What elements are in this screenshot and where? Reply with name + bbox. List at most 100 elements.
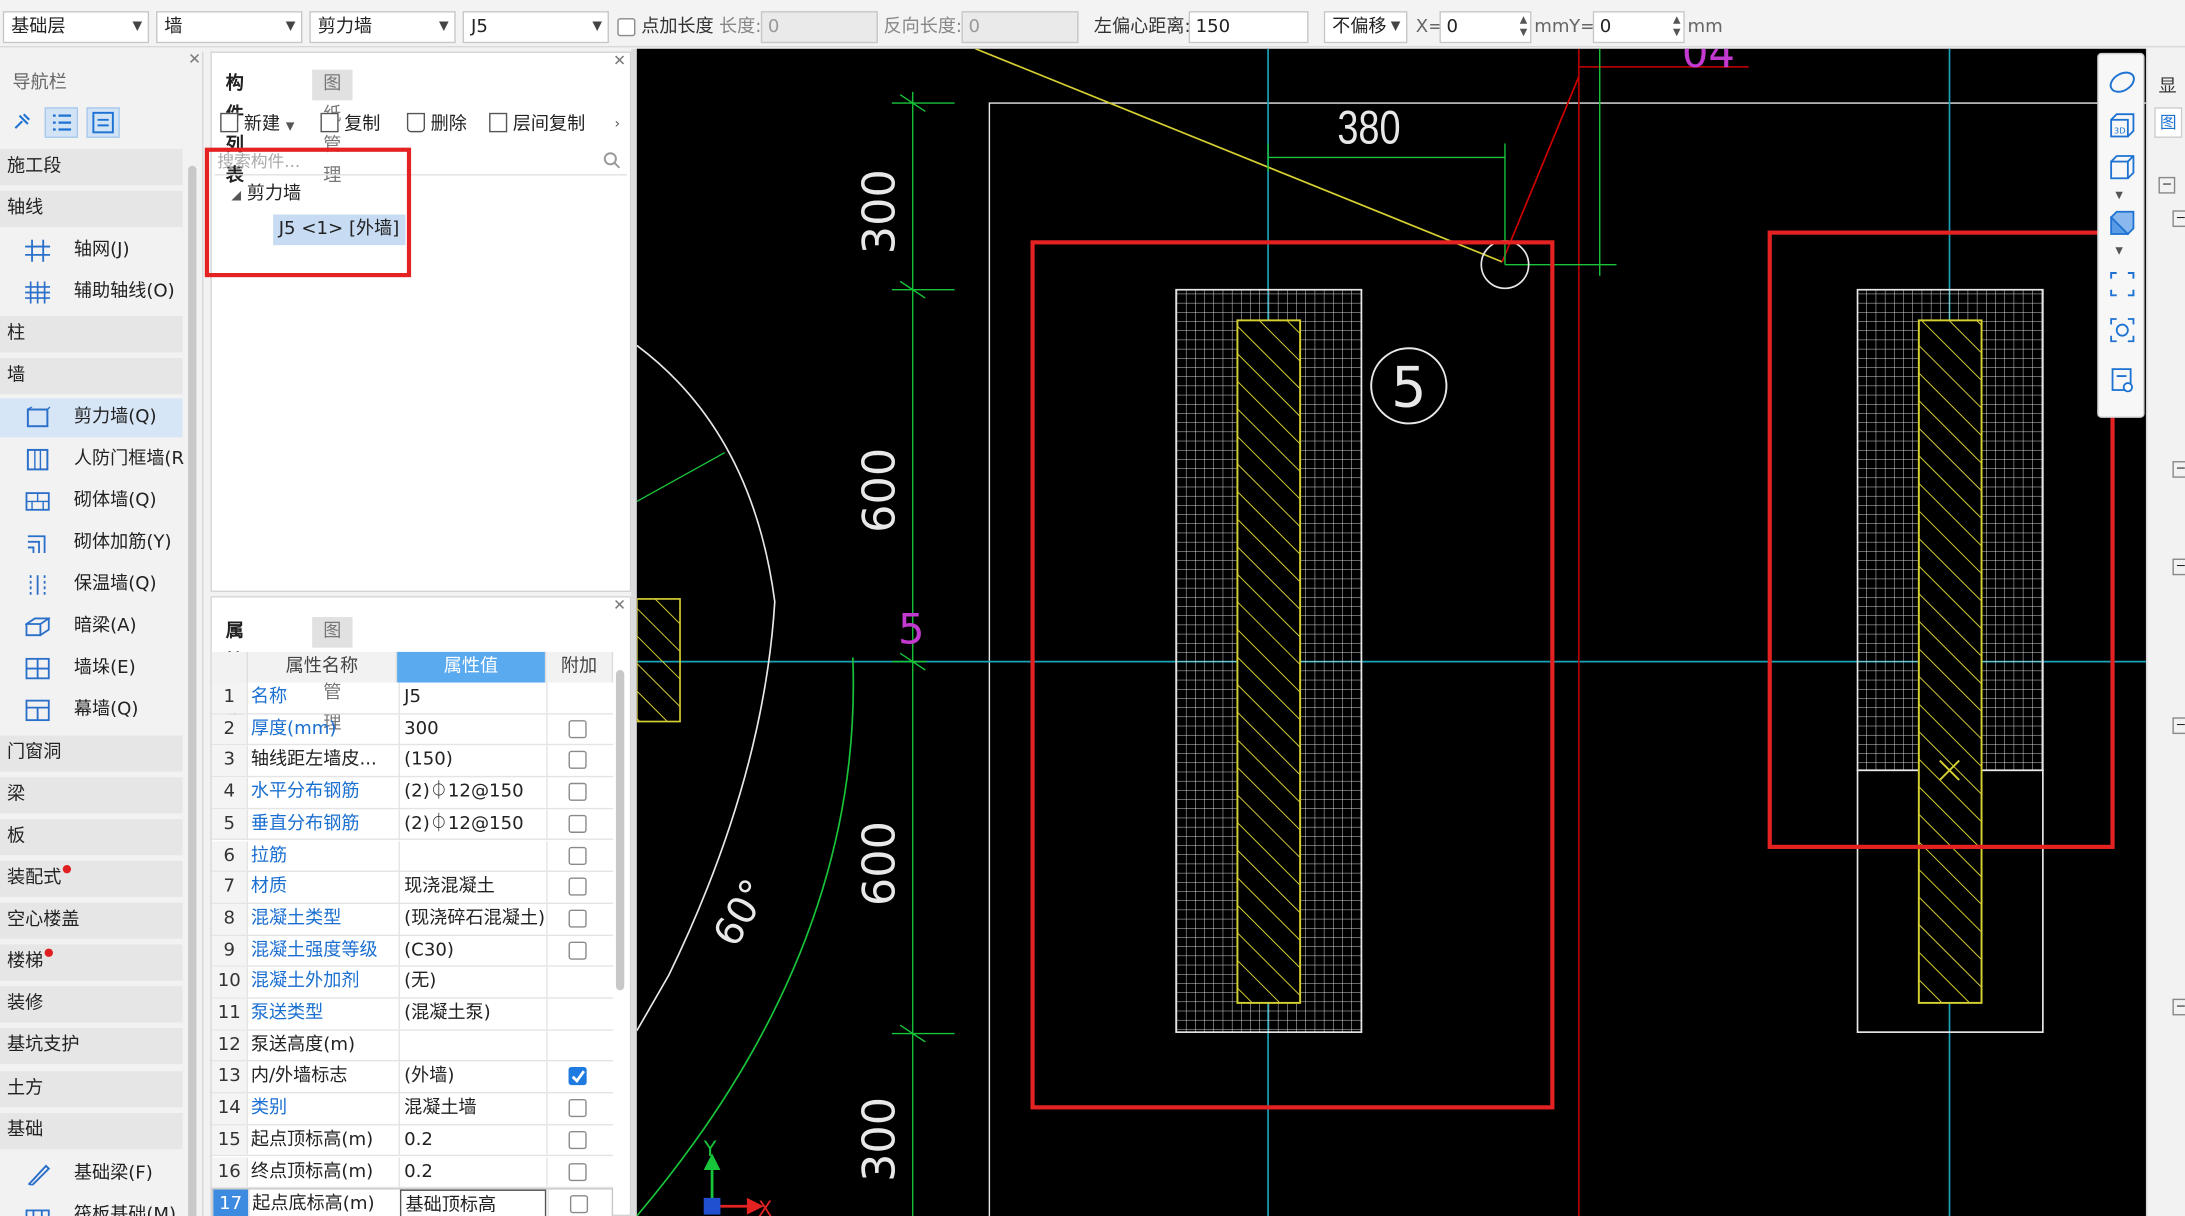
length-input[interactable]: 0 bbox=[760, 11, 878, 44]
floor-select[interactable]: 基础层 ▼ bbox=[2, 11, 150, 44]
nav-item-curtain-wall[interactable]: 幕墙(Q) bbox=[0, 691, 183, 730]
checkbox-box[interactable] bbox=[617, 18, 636, 37]
nav-item-shear-wall[interactable]: 剪力墙(Q) bbox=[0, 398, 183, 438]
nav-scrollbar[interactable] bbox=[188, 165, 197, 1216]
tab-property-list[interactable]: 属性列表 bbox=[214, 617, 256, 734]
extra-checkbox[interactable] bbox=[568, 909, 587, 928]
shear-wall-j5-left[interactable] bbox=[1236, 319, 1302, 1004]
offset-mode-select[interactable]: 不偏移 ▼ bbox=[1323, 11, 1408, 44]
extra-checkbox[interactable] bbox=[568, 877, 587, 896]
fit-view-icon[interactable] bbox=[2108, 270, 2136, 298]
nav-category-earthwork[interactable]: 土方 bbox=[0, 1071, 183, 1108]
solid-view-icon[interactable] bbox=[2108, 210, 2136, 238]
add-length-checkbox[interactable]: 点加长度 bbox=[617, 11, 714, 43]
box-view-icon[interactable] bbox=[2108, 155, 2136, 183]
property-value[interactable] bbox=[398, 1030, 545, 1061]
property-value[interactable]: (C30) bbox=[398, 935, 545, 966]
chevron-down-icon[interactable]: ▼ bbox=[2115, 245, 2123, 256]
property-value[interactable]: 0.2 bbox=[398, 1156, 545, 1188]
right-panel-tab[interactable]: 图 bbox=[2154, 107, 2183, 138]
property-row[interactable]: 5 垂直分布钢筋 (2)⏀12@150 bbox=[211, 808, 614, 841]
property-value[interactable]: J5 bbox=[398, 682, 545, 713]
close-icon[interactable]: ✕ bbox=[613, 52, 626, 70]
nav-category-stair[interactable]: 楼梯 bbox=[0, 944, 183, 981]
property-value[interactable]: 0.2 bbox=[398, 1125, 545, 1156]
property-row[interactable]: 6 拉筋 bbox=[211, 840, 614, 873]
property-row[interactable]: 3 轴线距左墙皮... (150) bbox=[211, 745, 614, 778]
shear-wall-j5-right[interactable] bbox=[1917, 319, 1983, 1004]
type-select[interactable]: 剪力墙 ▼ bbox=[309, 11, 456, 44]
property-row[interactable]: 11 泵送类型 (混凝土泵) bbox=[211, 998, 614, 1031]
reverse-length-input[interactable]: 0 bbox=[961, 11, 1079, 44]
nav-item-hidden-beam[interactable]: 暗梁(A) bbox=[0, 607, 183, 646]
extra-checkbox[interactable] bbox=[568, 1130, 587, 1149]
list-view-button[interactable] bbox=[44, 107, 79, 138]
property-value[interactable]: (2)⏀12@150 bbox=[398, 808, 545, 840]
detail-view-button[interactable] bbox=[86, 107, 120, 138]
nav-category-column[interactable]: 柱 bbox=[0, 316, 183, 353]
property-row[interactable]: 9 混凝土强度等级 (C30) bbox=[211, 935, 614, 968]
extra-checkbox[interactable] bbox=[568, 1162, 587, 1181]
property-row[interactable]: 17 起点底标高(m) 基础顶标高 bbox=[211, 1188, 614, 1216]
nav-category-slab[interactable]: 板 bbox=[0, 819, 183, 856]
property-row[interactable]: 15 起点顶标高(m) 0.2 bbox=[211, 1125, 614, 1157]
property-value[interactable]: (无) bbox=[398, 967, 545, 998]
collapse-icon[interactable]: − bbox=[2172, 998, 2185, 1016]
chevron-down-icon[interactable]: ▼ bbox=[286, 120, 295, 133]
y-input[interactable]: 0 ▲ ▼ bbox=[1592, 11, 1685, 44]
property-row[interactable]: 2 厚度(mm) 300 bbox=[211, 714, 614, 746]
nav-item-masonry-wall[interactable]: 砌体墙(Q) bbox=[0, 482, 183, 521]
extra-checkbox[interactable] bbox=[568, 1067, 587, 1086]
spinner-icon[interactable]: ▲ ▼ bbox=[1673, 14, 1681, 39]
nav-category-foundation[interactable]: 基础 bbox=[0, 1112, 183, 1150]
nav-category-prefab[interactable]: 装配式 bbox=[0, 860, 183, 898]
property-value[interactable]: 混凝土墙 bbox=[398, 1093, 545, 1124]
new-button[interactable]: 新建 ▼ bbox=[220, 109, 294, 142]
extra-checkbox[interactable] bbox=[569, 1195, 589, 1214]
extra-checkbox[interactable] bbox=[568, 719, 587, 738]
collapse-icon[interactable]: − bbox=[2172, 717, 2185, 735]
property-value[interactable]: 基础顶标高 bbox=[399, 1189, 547, 1216]
collapse-icon[interactable]: − bbox=[2172, 461, 2185, 478]
property-value[interactable] bbox=[398, 840, 545, 871]
chevron-down-icon[interactable]: ▼ bbox=[2115, 189, 2123, 200]
nav-item-grid[interactable]: 轴网(J) bbox=[0, 231, 183, 270]
extra-checkbox[interactable] bbox=[568, 941, 587, 960]
property-value[interactable]: 现浇混凝土 bbox=[398, 872, 545, 903]
nav-item-pier[interactable]: 墙垛(E) bbox=[0, 649, 183, 688]
close-icon[interactable]: ✕ bbox=[188, 50, 201, 68]
zoom-view-icon[interactable] bbox=[2108, 316, 2136, 344]
property-row[interactable]: 16 终点顶标高(m) 0.2 bbox=[211, 1156, 614, 1189]
nav-item-raft[interactable]: 筏板基础(M) bbox=[0, 1197, 183, 1216]
property-row[interactable]: 10 混凝土外加剂 (无) bbox=[211, 967, 614, 999]
collapse-icon[interactable]: − bbox=[2172, 558, 2185, 576]
property-value[interactable]: (现浇碎石混凝土) bbox=[398, 903, 545, 935]
nav-category-axis[interactable]: 轴线 bbox=[0, 190, 183, 228]
collapse-icon[interactable]: − bbox=[2172, 210, 2185, 228]
property-row[interactable]: 14 类别 混凝土墙 bbox=[211, 1093, 614, 1126]
x-input[interactable]: 0 ▲ ▼ bbox=[1439, 11, 1532, 44]
drawing-canvas[interactable]: 380 300 600 600 300 5 60° 5 04 Y X bbox=[636, 48, 2146, 1216]
cad-drawing[interactable]: 380 300 600 600 300 5 60° 5 04 Y X bbox=[636, 48, 2146, 1216]
property-value[interactable]: 300 bbox=[398, 714, 545, 745]
extra-checkbox[interactable] bbox=[568, 1099, 587, 1118]
nav-item-civil-defense-wall[interactable]: 人防门框墙(R bbox=[0, 440, 184, 479]
extra-checkbox[interactable] bbox=[568, 814, 587, 833]
tab-drawing-management[interactable]: 图纸管理 bbox=[312, 69, 353, 187]
tab-layer-management[interactable]: 图层管理 bbox=[312, 617, 353, 734]
extra-checkbox[interactable] bbox=[568, 782, 587, 802]
search-icon[interactable] bbox=[602, 150, 622, 170]
settings-view-icon[interactable] bbox=[2108, 366, 2136, 394]
pin-icon[interactable] bbox=[11, 110, 33, 132]
tab-component-list[interactable]: 构件列表 bbox=[214, 69, 256, 187]
property-scrollbar[interactable] bbox=[615, 669, 625, 991]
property-row[interactable]: 12 泵送高度(m) bbox=[211, 1030, 614, 1062]
nav-item-insulation-wall[interactable]: 保温墙(Q) bbox=[0, 566, 183, 605]
property-row[interactable]: 4 水平分布钢筋 (2)⏀12@150 bbox=[211, 777, 614, 809]
property-row[interactable]: 1 名称 J5 bbox=[211, 682, 614, 715]
property-row[interactable]: 13 内/外墙标志 (外墙) bbox=[211, 1061, 614, 1094]
close-icon[interactable]: ✕ bbox=[613, 596, 626, 614]
nav-item-foundation-beam[interactable]: 基础梁(F) bbox=[0, 1155, 183, 1194]
floor-copy-button[interactable]: 层间复制 bbox=[489, 109, 585, 142]
nav-item-aux-axis[interactable]: 辅助轴线(O) bbox=[0, 273, 183, 312]
